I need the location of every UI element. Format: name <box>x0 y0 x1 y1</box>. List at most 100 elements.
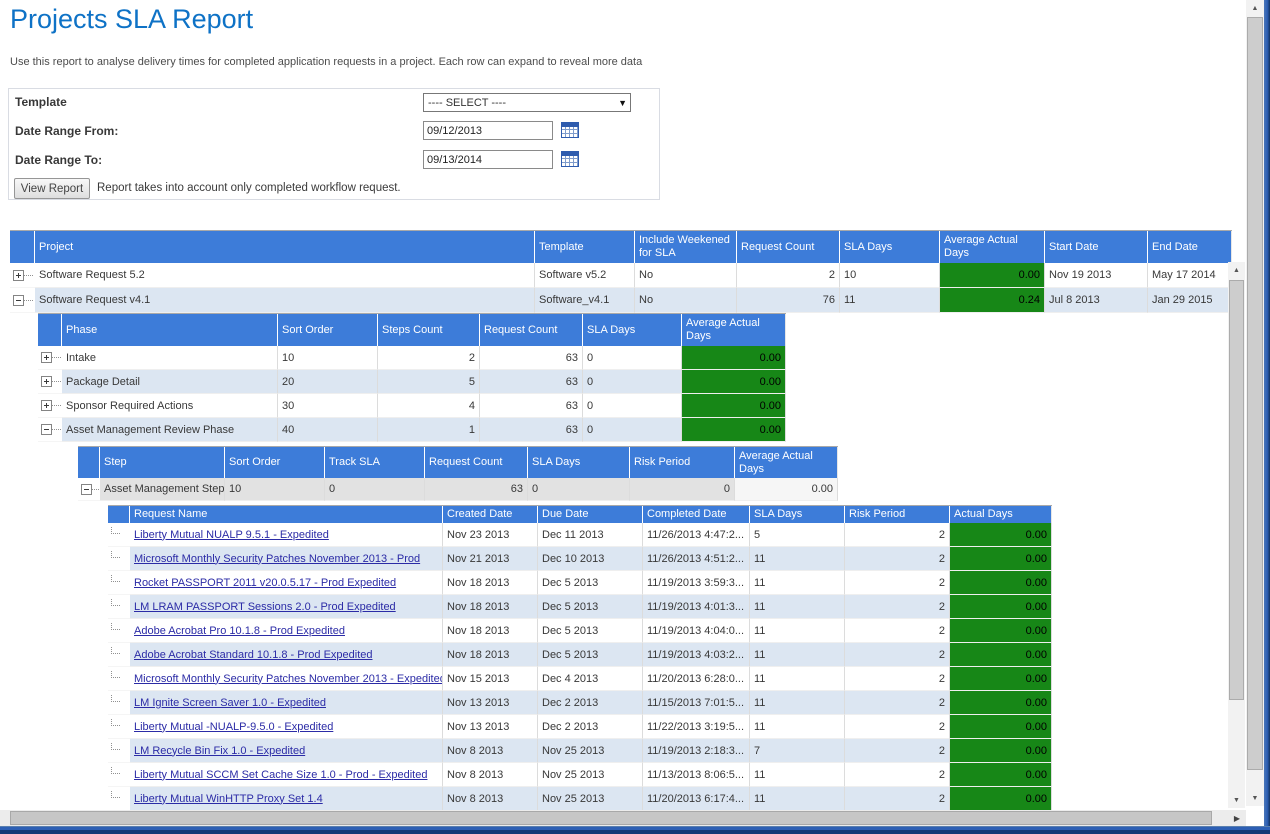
cell: 7 <box>750 739 845 763</box>
cell: Nov 8 2013 <box>443 787 538 811</box>
column-header: Phase <box>62 314 278 346</box>
calendar-icon[interactable] <box>561 122 579 138</box>
collapse-icon[interactable] <box>13 295 24 306</box>
column-header: Sort Order <box>278 314 378 346</box>
cell: Software_v4.1 <box>535 288 635 313</box>
column-header: Average Actual Days <box>682 314 786 346</box>
cell: 11/19/2013 4:03:2... <box>643 643 750 667</box>
column-header: Step <box>100 447 225 478</box>
cell: 10 <box>840 263 940 288</box>
cell: 63 <box>480 418 583 442</box>
template-select-value: ---- SELECT ---- <box>428 97 506 109</box>
column-header: Template <box>535 231 635 263</box>
cell: 11/22/2013 3:19:5... <box>643 715 750 739</box>
page-title: Projects SLA Report <box>10 4 253 35</box>
cell: Liberty Mutual SCCM Set Cache Size 1.0 -… <box>130 763 443 787</box>
template-select[interactable]: ---- SELECT ---- ▼ <box>423 93 631 112</box>
chevron-down-icon: ▼ <box>618 98 630 108</box>
request-link[interactable]: Rocket PASSPORT 2011 v20.0.5.17 - Prod E… <box>134 577 396 589</box>
column-header: Actual Days <box>950 506 1052 523</box>
view-report-button[interactable]: View Report <box>14 178 90 199</box>
cell: 2 <box>845 667 950 691</box>
collapse-icon[interactable] <box>41 424 52 435</box>
calendar-icon[interactable] <box>561 151 579 167</box>
cell: 11 <box>750 571 845 595</box>
step-table: StepSort OrderTrack SLARequest CountSLA … <box>78 446 838 501</box>
cell: 11 <box>750 667 845 691</box>
report-vertical-scrollbar[interactable]: ▲ ▼ <box>1228 262 1245 808</box>
step-row: Asset Management Step10063000.00 <box>78 478 838 501</box>
template-label: Template <box>15 95 67 109</box>
request-row: Adobe Acrobat Pro 10.1.8 - Prod Expedite… <box>108 619 1052 643</box>
request-link[interactable]: Liberty Mutual NUALP 9.5.1 - Expedited <box>134 529 329 541</box>
tree-connector-cell <box>108 619 130 643</box>
cell: 2 <box>845 547 950 571</box>
column-header: SLA Days <box>528 447 630 478</box>
project-row: Software Request v4.1Software_v4.1No7611… <box>10 288 1232 313</box>
cell: Dec 5 2013 <box>538 595 643 619</box>
request-link[interactable]: Liberty Mutual WinHTTP Proxy Set 1.4 <box>134 793 323 805</box>
request-link[interactable]: Microsoft Monthly Security Patches Novem… <box>134 673 443 685</box>
page-vertical-scrollbar[interactable]: ▲ ▼ <box>1246 0 1264 806</box>
horizontal-scrollbar-thumb[interactable] <box>10 811 1212 825</box>
date-from-label: Date Range From: <box>15 124 118 138</box>
expand-icon[interactable] <box>13 270 24 281</box>
tree-connector-cell <box>108 715 130 739</box>
request-row: Rocket PASSPORT 2011 v20.0.5.17 - Prod E… <box>108 571 1052 595</box>
cell: Liberty Mutual -NUALP-9.5.0 - Expedited <box>130 715 443 739</box>
request-link[interactable]: LM LRAM PASSPORT Sessions 2.0 - Prod Exp… <box>134 601 396 613</box>
tree-connector-cell <box>108 787 130 811</box>
report-scrollbar-thumb[interactable] <box>1229 280 1244 700</box>
cell: 0.00 <box>950 571 1052 595</box>
expand-icon[interactable] <box>41 352 52 363</box>
tree-connector-cell <box>108 739 130 763</box>
date-from-input[interactable] <box>423 121 553 140</box>
scroll-down-icon[interactable]: ▼ <box>1228 792 1245 808</box>
cell: 11/20/2013 6:28:0... <box>643 667 750 691</box>
request-link[interactable]: Adobe Acrobat Pro 10.1.8 - Prod Expedite… <box>134 625 345 637</box>
tree-dots-icon <box>52 405 61 406</box>
scroll-right-icon[interactable]: ▶ <box>1234 814 1240 823</box>
request-link[interactable]: LM Ignite Screen Saver 1.0 - Expedited <box>134 697 326 709</box>
date-to-input[interactable] <box>423 150 553 169</box>
tree-connector-cell <box>108 571 130 595</box>
cell: Nov 8 2013 <box>443 763 538 787</box>
horizontal-scrollbar[interactable]: ▶ <box>0 810 1246 826</box>
tree-connector-icon <box>111 623 120 630</box>
request-link[interactable]: Adobe Acrobat Standard 10.1.8 - Prod Exp… <box>134 649 373 661</box>
request-link[interactable]: LM Recycle Bin Fix 1.0 - Expedited <box>134 745 305 757</box>
cell: Jan 29 2015 <box>1148 288 1232 313</box>
cell: LM Recycle Bin Fix 1.0 - Expedited <box>130 739 443 763</box>
scroll-down-icon[interactable]: ▼ <box>1246 790 1264 806</box>
cell: 0.00 <box>950 619 1052 643</box>
page-scrollbar-thumb[interactable] <box>1247 17 1263 770</box>
cell: May 17 2014 <box>1148 263 1232 288</box>
cell: 30 <box>278 394 378 418</box>
column-header: Project <box>35 231 535 263</box>
cell: Software v5.2 <box>535 263 635 288</box>
tree-dots-icon <box>24 275 33 276</box>
filter-panel: Template ---- SELECT ---- ▼ Date Range F… <box>8 88 660 200</box>
cell: Dec 5 2013 <box>538 619 643 643</box>
window-frame-bottom <box>0 826 1270 834</box>
tree-connector-cell <box>108 547 130 571</box>
cell: 0 <box>583 394 682 418</box>
cell: Liberty Mutual WinHTTP Proxy Set 1.4 <box>130 787 443 811</box>
collapse-icon[interactable] <box>81 484 92 495</box>
column-header: End Date <box>1148 231 1232 263</box>
scroll-up-icon[interactable]: ▲ <box>1228 262 1245 278</box>
cell: Dec 10 2013 <box>538 547 643 571</box>
request-link[interactable]: Microsoft Monthly Security Patches Novem… <box>134 553 420 565</box>
expand-icon[interactable] <box>41 376 52 387</box>
expander-cell <box>10 288 35 313</box>
cell: 11/26/2013 4:47:2... <box>643 523 750 547</box>
cell: 0.00 <box>682 394 786 418</box>
cell: Rocket PASSPORT 2011 v20.0.5.17 - Prod E… <box>130 571 443 595</box>
cell: Nov 19 2013 <box>1045 263 1148 288</box>
phase-table: PhaseSort OrderSteps CountRequest CountS… <box>38 313 786 442</box>
request-link[interactable]: Liberty Mutual -NUALP-9.5.0 - Expedited <box>134 721 333 733</box>
expand-icon[interactable] <box>41 400 52 411</box>
scroll-up-icon[interactable]: ▲ <box>1246 0 1264 16</box>
request-link[interactable]: Liberty Mutual SCCM Set Cache Size 1.0 -… <box>134 769 427 781</box>
cell: Dec 4 2013 <box>538 667 643 691</box>
